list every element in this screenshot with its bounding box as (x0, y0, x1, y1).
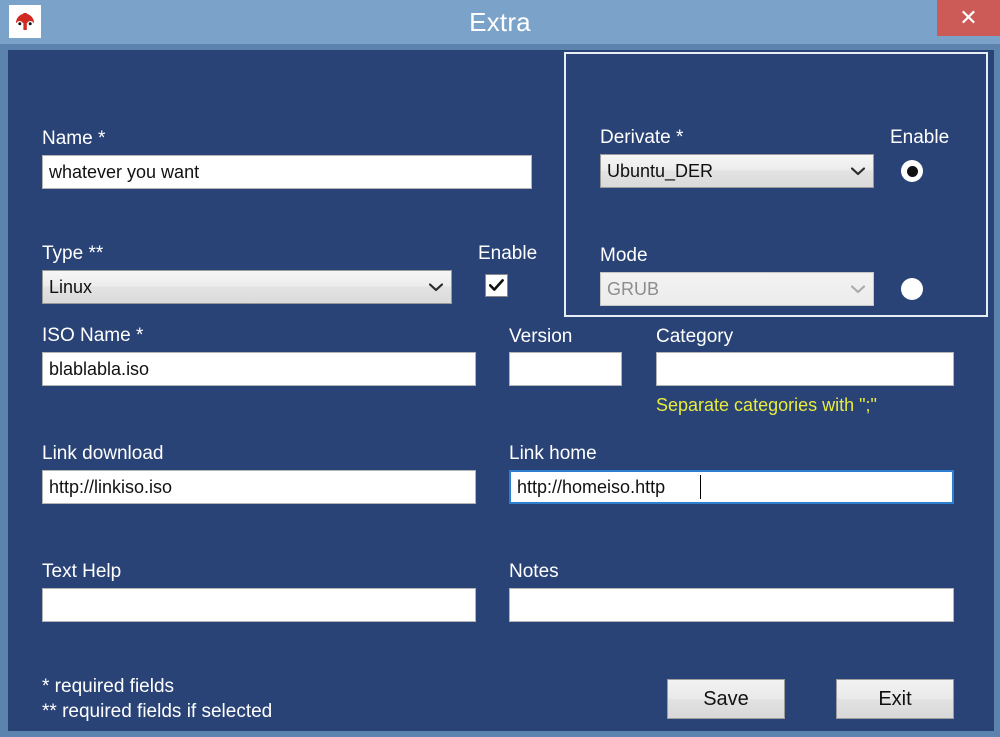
dialog-frame: Name * Type ** Linux Enable Derivate * U… (0, 44, 1000, 737)
text-help-input[interactable] (42, 588, 476, 622)
notes-input[interactable] (509, 588, 954, 622)
chevron-down-icon (849, 285, 867, 294)
text-cursor (700, 475, 701, 499)
category-hint: Separate categories with ";" (656, 395, 877, 416)
window-title: Extra (0, 0, 1000, 44)
dialog-content: Name * Type ** Linux Enable Derivate * U… (8, 50, 994, 731)
derivate-select-value: Ubuntu_DER (607, 161, 849, 182)
link-download-input[interactable] (42, 470, 476, 504)
iso-name-input[interactable] (42, 352, 476, 386)
version-input[interactable] (509, 352, 622, 386)
check-icon (489, 279, 504, 292)
type-enable-checkbox[interactable] (485, 274, 508, 297)
type-enable-label: Enable (478, 243, 537, 265)
notes-label: Notes (509, 561, 559, 583)
name-input[interactable] (42, 155, 532, 189)
text-help-label: Text Help (42, 561, 121, 583)
category-label: Category (656, 326, 733, 348)
iso-name-label: ISO Name * (42, 325, 143, 347)
type-select-value: Linux (49, 277, 427, 298)
derivate-label: Derivate * (600, 127, 683, 149)
exit-button[interactable]: Exit (836, 679, 954, 719)
close-icon[interactable]: ✕ (937, 0, 1000, 36)
extra-dialog-window: Extra ✕ Name * Type ** Linux Enable Deri… (0, 0, 1000, 737)
required-if-selected-note: ** required fields if selected (42, 701, 272, 723)
name-label: Name * (42, 128, 105, 150)
mode-enable-radio[interactable] (901, 278, 923, 300)
save-button[interactable]: Save (667, 679, 785, 719)
derivate-enable-radio[interactable] (901, 160, 923, 182)
required-fields-note: * required fields (42, 676, 174, 698)
mode-select[interactable]: GRUB (600, 272, 874, 306)
link-home-label: Link home (509, 443, 597, 465)
type-label: Type ** (42, 243, 103, 265)
radio-dot-icon (907, 166, 918, 177)
link-home-input[interactable] (509, 470, 954, 504)
type-select[interactable]: Linux (42, 270, 452, 304)
link-download-label: Link download (42, 443, 163, 465)
chevron-down-icon (427, 283, 445, 292)
derivate-select[interactable]: Ubuntu_DER (600, 154, 874, 188)
derivate-enable-label: Enable (890, 127, 949, 149)
mode-select-value: GRUB (607, 279, 849, 300)
chevron-down-icon (849, 167, 867, 176)
category-input[interactable] (656, 352, 954, 386)
mode-label: Mode (600, 245, 648, 267)
version-label: Version (509, 326, 572, 348)
title-bar: Extra ✕ (0, 0, 1000, 44)
